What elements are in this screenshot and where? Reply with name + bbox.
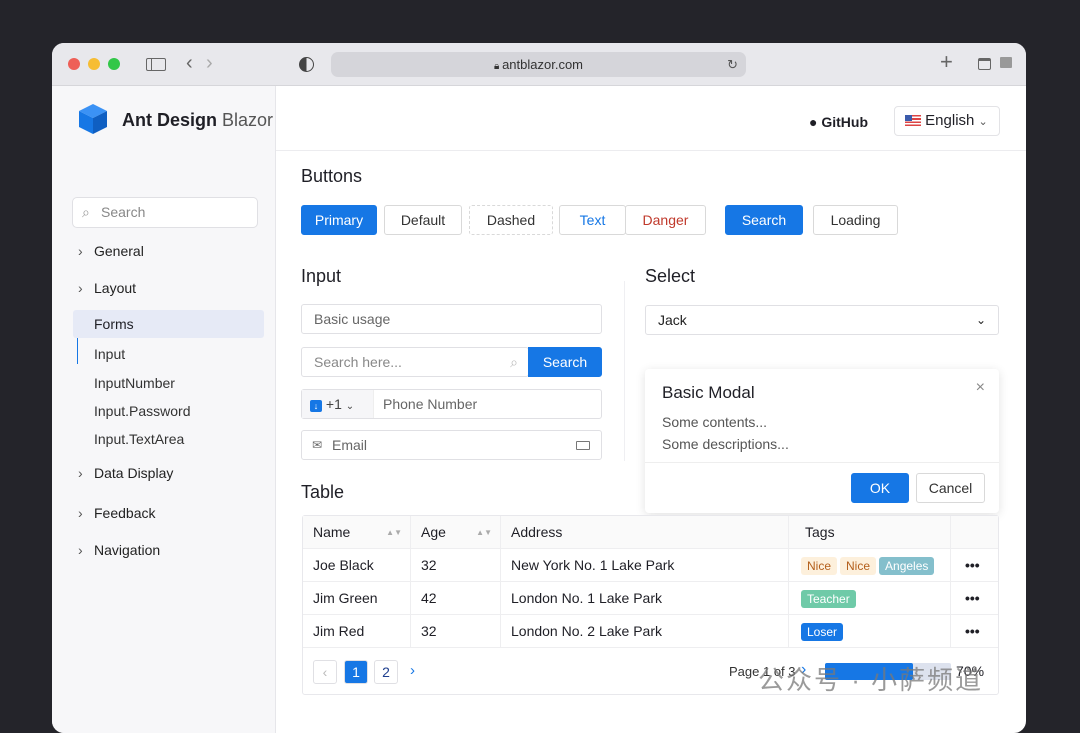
window-icon[interactable] <box>1000 57 1012 68</box>
phone-input[interactable]: ↓ +1 ⌄ Phone Number <box>301 389 602 419</box>
close-window-button[interactable] <box>68 58 80 70</box>
default-button[interactable]: Default <box>384 205 462 235</box>
sidebar-item-data-display[interactable]: › Data Display <box>78 465 173 481</box>
back-icon[interactable]: ‹ <box>186 52 193 75</box>
page-1-button[interactable]: 1 <box>344 660 368 684</box>
github-link[interactable]: ● GitHub <box>809 114 868 130</box>
lock-icon: 🔒︎ <box>493 61 503 72</box>
page-2-button[interactable]: 2 <box>374 660 398 684</box>
sidebar-item-navigation[interactable]: › Navigation <box>78 542 160 558</box>
input-heading: Input <box>301 266 342 286</box>
minimize-window-button[interactable] <box>88 58 100 70</box>
column-age[interactable]: Age ▲▼ <box>411 516 501 548</box>
column-tags: Tags <box>789 516 951 548</box>
card-icon <box>576 441 590 450</box>
watermark: 公众号 · 小萨频道 <box>758 665 984 695</box>
sidebar: Ant Design Blazor ⌕ Search › General › Layo… <box>52 86 276 733</box>
search-input[interactable]: Search here... ⌕ <box>301 347 529 377</box>
modal-divider <box>645 462 999 463</box>
sidebar-toggle-icon[interactable] <box>146 58 166 71</box>
search-icon: ⌕ <box>510 354 518 370</box>
text-button[interactable]: Text <box>559 205 626 235</box>
theme-icon[interactable] <box>299 57 314 72</box>
sidebar-subitem-password[interactable]: Input.Password <box>94 403 191 419</box>
table-row: Joe Black 32 New York No. 1 Lake Park Ni… <box>303 549 998 582</box>
browser-window: ‹ › 🔒︎ antblazor.com ↻ + Ant Design Blazo… <box>52 43 1026 733</box>
new-tab-icon[interactable]: + <box>940 49 953 75</box>
more-actions-icon[interactable]: ••• <box>965 582 980 615</box>
danger-button[interactable]: Danger <box>625 205 706 235</box>
search-icon: ⌕ <box>82 204 90 220</box>
prev-page-button[interactable]: ‹ <box>313 660 337 684</box>
sidebar-subitem-input[interactable]: Input <box>94 346 125 362</box>
buttons-heading: Buttons <box>301 166 363 186</box>
country-code-select[interactable]: ↓ +1 ⌄ <box>302 390 374 418</box>
select-dropdown[interactable]: Jack ⌄ <box>645 305 999 335</box>
reload-icon[interactable]: ↻ <box>727 52 738 77</box>
url-text: antblazor.com <box>502 57 584 72</box>
us-flag-icon <box>905 115 921 126</box>
maximize-window-button[interactable] <box>108 58 120 70</box>
select-heading: Select <box>645 266 696 286</box>
email-input[interactable]: ✉ Email <box>301 430 602 460</box>
search-button[interactable]: Search <box>725 205 803 235</box>
active-indicator <box>77 338 78 364</box>
address-bar[interactable]: 🔒︎ antblazor.com ↻ <box>331 52 746 77</box>
sidebar-item-forms[interactable]: Forms <box>73 310 264 338</box>
sidebar-search-input[interactable]: ⌕ Search <box>72 197 258 228</box>
modal-content: Some contents... <box>662 414 768 430</box>
title-bar: ‹ › 🔒︎ antblazor.com ↻ + <box>52 43 1026 86</box>
table-row: Jim Red 32 London No. 2 Lake Park Loser … <box>303 615 998 648</box>
sort-icon: ▲▼ <box>386 528 402 537</box>
table-heading: Table <box>301 482 345 502</box>
forward-icon[interactable]: › <box>206 52 213 75</box>
country-icon: ↓ <box>310 400 322 412</box>
tag: Teacher <box>801 590 856 609</box>
loading-button[interactable]: Loading <box>813 205 898 235</box>
column-divider <box>624 281 625 461</box>
chevron-down-icon: ⌄ <box>978 116 988 128</box>
basic-modal: Basic Modal × Some contents... Some desc… <box>645 369 999 513</box>
basic-input[interactable]: Basic usage <box>301 304 602 334</box>
header-divider <box>276 150 1026 151</box>
sidebar-subitem-inputnumber[interactable]: InputNumber <box>94 375 175 391</box>
cancel-button[interactable]: Cancel <box>916 473 985 503</box>
column-address: Address <box>501 516 789 548</box>
tag: Nice <box>801 557 838 576</box>
github-icon: ● <box>809 114 818 130</box>
sidebar-item-feedback[interactable]: › Feedback <box>78 505 155 521</box>
tag: Nice <box>840 557 877 576</box>
table-header: Name ▲▼ Age ▲▼ Address Tags <box>303 516 998 549</box>
tabs-overview-icon[interactable] <box>978 58 991 70</box>
dashed-button[interactable]: Dashed <box>469 205 553 235</box>
sidebar-item-layout[interactable]: › Layout <box>78 280 136 296</box>
input-search-button[interactable]: Search <box>528 347 602 377</box>
brand-name: Ant Design Blazor <box>122 110 274 130</box>
sort-icon: ▲▼ <box>476 528 492 537</box>
column-name[interactable]: Name ▲▼ <box>303 516 411 548</box>
next-page-icon[interactable]: › <box>410 662 415 679</box>
modal-description: Some descriptions... <box>662 436 789 452</box>
tag: Loser <box>801 623 844 642</box>
sidebar-item-general[interactable]: › General <box>78 243 144 259</box>
language-select[interactable]: English ⌄ <box>894 106 1000 136</box>
sidebar-subitem-textarea[interactable]: Input.TextArea <box>94 431 184 447</box>
tag: Angeles <box>879 557 935 576</box>
chevron-down-icon: ⌄ <box>975 313 986 327</box>
modal-title: Basic Modal <box>662 383 755 402</box>
primary-button[interactable]: Primary <box>301 205 377 235</box>
table-row: Jim Green 42 London No. 1 Lake Park Teac… <box>303 582 998 615</box>
mail-icon: ✉ <box>312 438 323 452</box>
more-actions-icon[interactable]: ••• <box>965 615 980 648</box>
logo-cube-icon <box>79 104 107 134</box>
ok-button[interactable]: OK <box>851 473 909 503</box>
more-actions-icon[interactable]: ••• <box>965 549 980 582</box>
close-icon[interactable]: × <box>976 379 985 397</box>
